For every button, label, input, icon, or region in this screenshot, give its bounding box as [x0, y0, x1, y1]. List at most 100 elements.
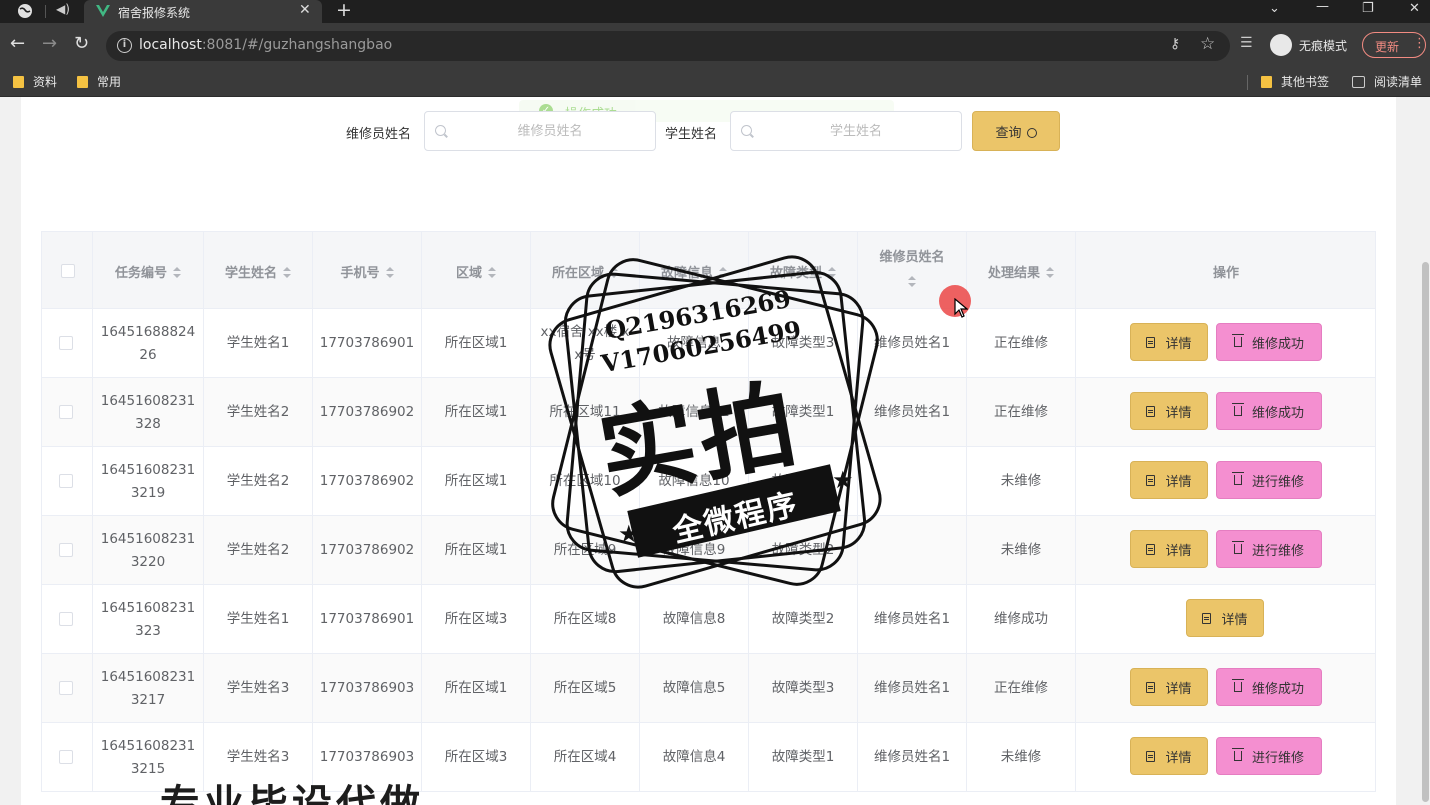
cell-result: 正在维修: [967, 309, 1076, 378]
sort-icon[interactable]: [719, 267, 727, 278]
sort-icon[interactable]: [283, 267, 291, 278]
url-bar[interactable]: i localhost:8081/#/guzhangshangbao ⚷ ☆: [106, 31, 1230, 61]
row-checkbox[interactable]: [59, 681, 73, 695]
bookmark-folder-ziliao[interactable]: 资料: [13, 73, 57, 90]
detail-button[interactable]: 详情: [1130, 668, 1208, 706]
repair-success-button[interactable]: 维修成功: [1216, 668, 1322, 706]
key-icon[interactable]: ⚷: [1170, 36, 1180, 52]
header-fault-type[interactable]: 故障类型: [749, 232, 858, 310]
row-checkbox[interactable]: [59, 543, 73, 557]
cell-task-id: 16451608231323: [93, 585, 204, 654]
repair-name-input[interactable]: [424, 111, 656, 151]
cell-actions: 详情 进行维修: [1076, 447, 1376, 516]
table-row[interactable]: 16451608231328 学生姓名2 17703786902 所在区域1 所在区域1…: [41, 378, 1376, 447]
more-menu-icon[interactable]: ⋮: [1413, 36, 1426, 51]
cell-location: 所在区域8: [531, 585, 640, 654]
sort-icon[interactable]: [908, 276, 916, 287]
cell-phone: 17703786902: [313, 378, 422, 447]
table-row[interactable]: 1645168882426 学生姓名1 17703786901 所在区域1 xx宿舍 x…: [41, 309, 1376, 378]
globe-icon[interactable]: [17, 3, 33, 19]
row-checkbox[interactable]: [59, 474, 73, 488]
sort-icon[interactable]: [173, 267, 181, 278]
close-tab-icon[interactable]: ✕: [299, 2, 311, 18]
speaker-icon[interactable]: ◀): [56, 2, 70, 16]
sort-icon[interactable]: [385, 267, 394, 278]
other-bookmarks[interactable]: 其他书签: [1261, 73, 1329, 90]
header-location[interactable]: 所在区域: [531, 232, 640, 310]
site-info-icon[interactable]: i: [117, 38, 132, 53]
sort-icon[interactable]: [828, 267, 836, 278]
select-all-checkbox[interactable]: [61, 264, 75, 278]
scrollbar-thumb[interactable]: [1422, 262, 1429, 802]
search-icon: [741, 125, 752, 136]
detail-button[interactable]: 详情: [1130, 737, 1208, 775]
cell-location: 所在区域4: [531, 723, 640, 792]
cell-student-name: 学生姓名1: [204, 309, 313, 378]
cell-result: 正在维修: [967, 378, 1076, 447]
page-scrollbar[interactable]: [1420, 97, 1430, 805]
media-queue-icon[interactable]: ☰: [1240, 35, 1253, 51]
header-phone[interactable]: 手机号: [313, 232, 422, 310]
header-fault-info[interactable]: 故障信息: [640, 232, 749, 310]
forward-icon[interactable]: →: [42, 33, 57, 54]
query-button[interactable]: 查询: [972, 111, 1060, 151]
cell-task-id: 164516082313217: [93, 654, 204, 723]
page-content: ✓ 操作成功 维修员姓名 学生姓名 查询 任务编号 学生姓名 手机号 区域 所在…: [21, 97, 1396, 805]
row-checkbox[interactable]: [59, 405, 73, 419]
detail-button[interactable]: 详情: [1186, 599, 1264, 637]
document-icon: [1202, 612, 1212, 624]
student-name-input[interactable]: [730, 111, 962, 151]
tab-search-icon[interactable]: ⌄: [1269, 1, 1280, 16]
minimize-icon[interactable]: —: [1316, 0, 1329, 14]
document-icon: [1146, 474, 1156, 486]
start-repair-button[interactable]: 进行维修: [1216, 737, 1322, 775]
reload-icon[interactable]: ↻: [74, 33, 89, 54]
header-student-name[interactable]: 学生姓名: [204, 232, 313, 310]
browser-tab-bar: ◀) 宿舍报修系统 ✕ + ⌄ — ❐ ✕: [0, 0, 1430, 23]
restore-icon[interactable]: ❐: [1362, 1, 1374, 16]
cell-student-name: 学生姓名2: [204, 378, 313, 447]
sort-icon[interactable]: [610, 267, 618, 278]
header-result[interactable]: 处理结果: [967, 232, 1076, 310]
detail-button[interactable]: 详情: [1130, 461, 1208, 499]
sort-icon[interactable]: [1046, 267, 1054, 278]
cell-task-id: 1645168882426: [93, 309, 204, 378]
window-close-icon[interactable]: ✕: [1409, 1, 1420, 16]
student-name-label: 学生姓名: [665, 127, 718, 142]
back-icon[interactable]: ←: [10, 33, 25, 54]
cell-fault-type: 故障类型3: [749, 654, 858, 723]
detail-button[interactable]: 详情: [1130, 392, 1208, 430]
bookmark-star-icon[interactable]: ☆: [1200, 34, 1215, 54]
tab-separator: [45, 5, 46, 18]
cell-result: 维修成功: [967, 585, 1076, 654]
reading-list[interactable]: 阅读清单: [1352, 73, 1422, 90]
header-area[interactable]: 区域: [422, 232, 531, 310]
update-button[interactable]: 更新 ⋮: [1362, 32, 1426, 58]
sort-icon[interactable]: [488, 267, 496, 278]
cell-location: 所在区域10: [531, 447, 640, 516]
detail-button[interactable]: 详情: [1130, 323, 1208, 361]
row-checkbox[interactable]: [59, 750, 73, 764]
table-row[interactable]: 16451608231323 学生姓名1 17703786901 所在区域3 所在区域8…: [41, 585, 1376, 654]
active-tab[interactable]: 宿舍报修系统 ✕: [84, 0, 322, 23]
cell-repairer-name: 维修员姓名1: [858, 723, 967, 792]
cell-area: 所在区域3: [422, 585, 531, 654]
start-repair-button[interactable]: 进行维修: [1216, 461, 1322, 499]
header-task-id[interactable]: 任务编号: [93, 232, 204, 310]
table-row[interactable]: 164516082313219 学生姓名2 17703786902 所在区域1 所在区域…: [41, 447, 1376, 516]
detail-button[interactable]: 详情: [1130, 530, 1208, 568]
row-checkbox[interactable]: [59, 612, 73, 626]
new-tab-icon[interactable]: +: [336, 0, 352, 21]
table-row[interactable]: 164516082313220 学生姓名2 17703786902 所在区域1 所在区域…: [41, 516, 1376, 585]
mouse-cursor-icon: [954, 298, 968, 318]
bookmark-folder-changyong[interactable]: 常用: [77, 73, 121, 90]
cell-phone: 17703786901: [313, 309, 422, 378]
folder-icon: [1261, 76, 1272, 88]
start-repair-button[interactable]: 进行维修: [1216, 530, 1322, 568]
cell-fault-info: 故障信息9: [640, 516, 749, 585]
incognito-icon: [1270, 34, 1292, 56]
repair-success-button[interactable]: 维修成功: [1216, 323, 1322, 361]
repair-success-button[interactable]: 维修成功: [1216, 392, 1322, 430]
row-checkbox[interactable]: [59, 336, 73, 350]
table-row[interactable]: 164516082313217 学生姓名3 17703786903 所在区域1 所在区域…: [41, 654, 1376, 723]
